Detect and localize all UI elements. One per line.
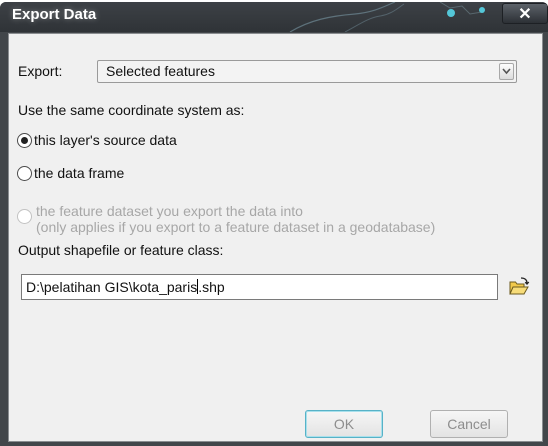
output-path-text: D:\pelatihan GIS\kota_paris — [26, 279, 198, 295]
radio-data-frame[interactable]: the data frame — [17, 165, 124, 181]
output-path-input[interactable]: D:\pelatihan GIS\kota_paris.shp — [21, 274, 498, 300]
chevron-down-icon[interactable] — [499, 63, 514, 80]
radio-layer-source-data[interactable]: this layer's source data — [17, 132, 177, 148]
close-button[interactable]: ✕ — [502, 3, 548, 24]
close-icon: ✕ — [518, 5, 532, 23]
export-data-dialog: Export Data ✕ Export: Selected features … — [0, 2, 548, 446]
ok-button[interactable]: OK — [305, 410, 383, 438]
output-path-extension: .shp — [198, 279, 225, 295]
export-dropdown[interactable]: Selected features — [97, 60, 517, 83]
output-label: Output shapefile or feature class: — [18, 242, 224, 258]
title-bar[interactable]: Export Data ✕ — [0, 2, 548, 32]
radio-sublabel-feature-dataset: (only applies if you export to a feature… — [36, 219, 436, 235]
radio-button-disabled — [17, 209, 32, 224]
radio-label-feature-dataset: the feature dataset you export the data … — [36, 203, 303, 219]
dialog-content: Export: Selected features Use the same c… — [8, 33, 543, 442]
radio-label-data-frame: the data frame — [34, 165, 125, 181]
coordinate-system-heading: Use the same coordinate system as: — [18, 102, 245, 118]
radio-label-layer-source: this layer's source data — [34, 132, 177, 148]
open-folder-icon — [509, 277, 530, 295]
radio-button[interactable] — [17, 165, 32, 181]
radio-feature-dataset — [17, 209, 32, 224]
dialog-title: Export Data — [12, 6, 97, 23]
cancel-button[interactable]: Cancel — [430, 410, 508, 438]
radio-button-checked[interactable] — [17, 132, 32, 148]
browse-button[interactable] — [504, 274, 534, 300]
export-label: Export: — [18, 63, 63, 79]
export-dropdown-value: Selected features — [106, 63, 215, 79]
